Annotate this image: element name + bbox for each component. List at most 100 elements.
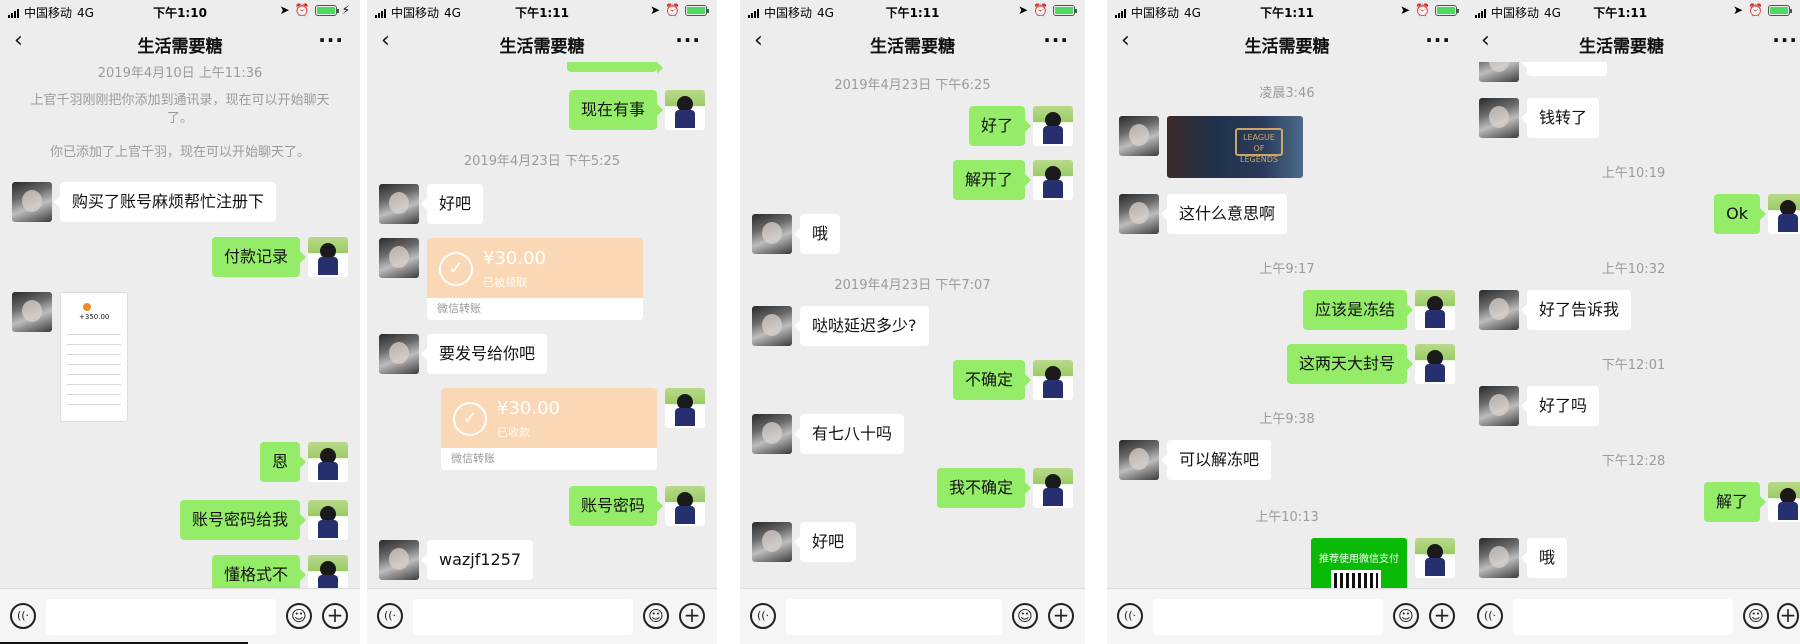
voice-icon[interactable]: ((· bbox=[750, 603, 776, 629]
contact-avatar[interactable] bbox=[1479, 386, 1519, 426]
message-bubble-sent[interactable]: 付款记录 bbox=[211, 237, 307, 277]
my-avatar[interactable] bbox=[1033, 360, 1073, 400]
message-bubble-sent[interactable]: 恩 bbox=[259, 442, 307, 482]
more-icon[interactable]: ··· bbox=[675, 28, 701, 52]
message-bubble-received[interactable]: 有七八十吗 bbox=[793, 414, 905, 454]
transfer-card[interactable]: ✓ ¥30.00 已收款 微信转账 bbox=[441, 388, 657, 470]
my-avatar[interactable] bbox=[1033, 106, 1073, 146]
my-avatar[interactable] bbox=[308, 500, 348, 540]
message-bubble-received[interactable]: 好了吗 bbox=[1520, 386, 1600, 426]
contact-avatar[interactable] bbox=[752, 414, 792, 454]
emoji-icon[interactable]: ☺ bbox=[1743, 603, 1769, 629]
message-bubble-received[interactable]: 哦 bbox=[1520, 538, 1568, 578]
more-icon[interactable]: ··· bbox=[1425, 28, 1451, 52]
message-bubble-received[interactable]: 哒哒延迟多少? bbox=[794, 306, 929, 346]
message-bubble-received[interactable]: 钱转了 bbox=[1520, 98, 1600, 138]
message-bubble-sent[interactable]: 不确定 bbox=[952, 360, 1032, 400]
contact-avatar[interactable] bbox=[379, 184, 419, 224]
emoji-icon[interactable]: ☺ bbox=[1393, 603, 1419, 629]
message-list[interactable]: 2019年4月10日 上午11:36 上官千羽刚刚把你添加到通讯录，现在可以开始… bbox=[0, 62, 360, 588]
plus-icon[interactable]: + bbox=[322, 603, 348, 629]
voice-icon[interactable]: ((· bbox=[10, 603, 36, 629]
message-input[interactable] bbox=[786, 599, 1002, 635]
contact-avatar[interactable] bbox=[379, 238, 419, 278]
more-icon[interactable]: ··· bbox=[1772, 28, 1798, 52]
contact-avatar[interactable] bbox=[752, 214, 792, 254]
message-bubble-sent[interactable]: 这两天大封号 bbox=[1286, 344, 1414, 384]
transfer-card[interactable]: ✓ ¥30.00 已被领取 微信转账 bbox=[427, 238, 643, 320]
wechat-pay-qr-image[interactable]: 推荐使用微信支付 bbox=[1311, 538, 1407, 588]
message-bubble-received[interactable]: 好了告诉我 bbox=[1520, 290, 1632, 330]
voice-icon[interactable]: ((· bbox=[377, 603, 403, 629]
message-bubble-sent-cropped[interactable] bbox=[567, 62, 663, 74]
message-input[interactable] bbox=[46, 599, 276, 635]
message-bubble-received[interactable]: wazjf1257 bbox=[420, 540, 534, 580]
message-bubble-received[interactable]: 可以解冻吧 bbox=[1160, 440, 1272, 480]
message-bubble-received-cropped[interactable] bbox=[1521, 62, 1607, 76]
message-bubble-sent[interactable]: 账号密码给我 bbox=[179, 500, 307, 540]
my-avatar[interactable] bbox=[308, 442, 348, 482]
message-list[interactable]: 2019年4月23日 下午6:25 好了 解开了 哦 2019年4月23日 下午… bbox=[740, 62, 1085, 588]
message-bubble-received[interactable]: 购买了账号麻烦帮忙注册下 bbox=[53, 182, 277, 222]
my-avatar[interactable] bbox=[665, 486, 705, 526]
contact-avatar[interactable] bbox=[379, 334, 419, 374]
message-bubble-sent[interactable]: 懂格式不 bbox=[211, 555, 307, 588]
more-icon[interactable]: ··· bbox=[1043, 28, 1069, 52]
contact-avatar[interactable] bbox=[379, 540, 419, 580]
message-bubble-sent[interactable]: 好了 bbox=[968, 106, 1032, 146]
emoji-icon[interactable]: ☺ bbox=[1012, 603, 1038, 629]
my-avatar[interactable] bbox=[308, 555, 348, 588]
contact-avatar[interactable] bbox=[1479, 98, 1519, 138]
contact-avatar[interactable] bbox=[1479, 290, 1519, 330]
my-avatar[interactable] bbox=[665, 388, 705, 428]
message-input[interactable] bbox=[413, 599, 633, 635]
contact-avatar[interactable] bbox=[1119, 440, 1159, 480]
message-bubble-received[interactable]: 好吧 bbox=[420, 184, 484, 224]
plus-icon[interactable]: + bbox=[1429, 603, 1455, 629]
contact-avatar[interactable] bbox=[1119, 116, 1159, 156]
plus-icon[interactable]: + bbox=[1048, 603, 1074, 629]
my-avatar[interactable] bbox=[1033, 160, 1073, 200]
message-bubble-sent[interactable]: 我不确定 bbox=[936, 468, 1032, 508]
payment-receipt-image[interactable]: +350.00 bbox=[60, 292, 128, 422]
voice-icon[interactable]: ((· bbox=[1117, 603, 1143, 629]
contact-avatar-cropped[interactable] bbox=[1479, 62, 1519, 82]
contact-avatar[interactable] bbox=[1119, 194, 1159, 234]
emoji-icon[interactable]: ☺ bbox=[643, 603, 669, 629]
contact-avatar[interactable] bbox=[1479, 538, 1519, 578]
message-list[interactable]: 现在有事 2019年4月23日 下午5:25 好吧 ✓ ¥30.00 已被领取 … bbox=[367, 62, 717, 588]
message-bubble-received[interactable]: 要发号给你吧 bbox=[420, 334, 548, 374]
message-bubble-received[interactable]: 好吧 bbox=[793, 522, 857, 562]
message-list[interactable]: 凌晨3:46 LEAGUE OF LEGENDS 这什么意思啊 上午9:17 应… bbox=[1107, 62, 1467, 588]
message-bubble-sent[interactable]: 解开了 bbox=[952, 160, 1032, 200]
emoji-icon[interactable]: ☺ bbox=[286, 603, 312, 629]
voice-icon[interactable]: ((· bbox=[1477, 603, 1503, 629]
my-avatar[interactable] bbox=[665, 90, 705, 130]
message-input[interactable] bbox=[1153, 599, 1383, 635]
my-avatar[interactable] bbox=[1033, 468, 1073, 508]
my-avatar[interactable] bbox=[1415, 290, 1455, 330]
contact-avatar[interactable] bbox=[752, 306, 792, 346]
more-icon[interactable]: ··· bbox=[318, 28, 344, 52]
my-avatar[interactable] bbox=[1415, 538, 1455, 578]
contact-avatar[interactable] bbox=[752, 522, 792, 562]
plus-icon[interactable]: + bbox=[679, 603, 705, 629]
message-list[interactable]: 钱转了 上午10:19 Ok 上午10:32 好了告诉我 下午12:01 好了吗… bbox=[1467, 62, 1800, 588]
contact-avatar[interactable] bbox=[12, 292, 52, 332]
message-bubble-sent[interactable]: 现在有事 bbox=[568, 90, 664, 130]
message-bubble-received[interactable]: 这什么意思啊 bbox=[1160, 194, 1288, 234]
plus-icon[interactable]: + bbox=[1777, 603, 1799, 629]
my-avatar[interactable] bbox=[1768, 482, 1800, 522]
transfer-status: 已被领取 bbox=[483, 276, 527, 289]
my-avatar[interactable] bbox=[308, 237, 348, 277]
my-avatar[interactable] bbox=[1768, 194, 1800, 234]
game-screenshot-image[interactable]: LEAGUE OF LEGENDS bbox=[1167, 116, 1303, 178]
message-bubble-received[interactable]: 哦 bbox=[793, 214, 841, 254]
message-input[interactable] bbox=[1513, 599, 1733, 635]
contact-avatar[interactable] bbox=[12, 182, 52, 222]
message-bubble-sent[interactable]: 账号密码 bbox=[568, 486, 664, 526]
message-bubble-sent[interactable]: Ok bbox=[1714, 194, 1766, 234]
message-bubble-sent[interactable]: 解了 bbox=[1703, 482, 1767, 522]
my-avatar[interactable] bbox=[1415, 344, 1455, 384]
message-bubble-sent[interactable]: 应该是冻结 bbox=[1302, 290, 1414, 330]
